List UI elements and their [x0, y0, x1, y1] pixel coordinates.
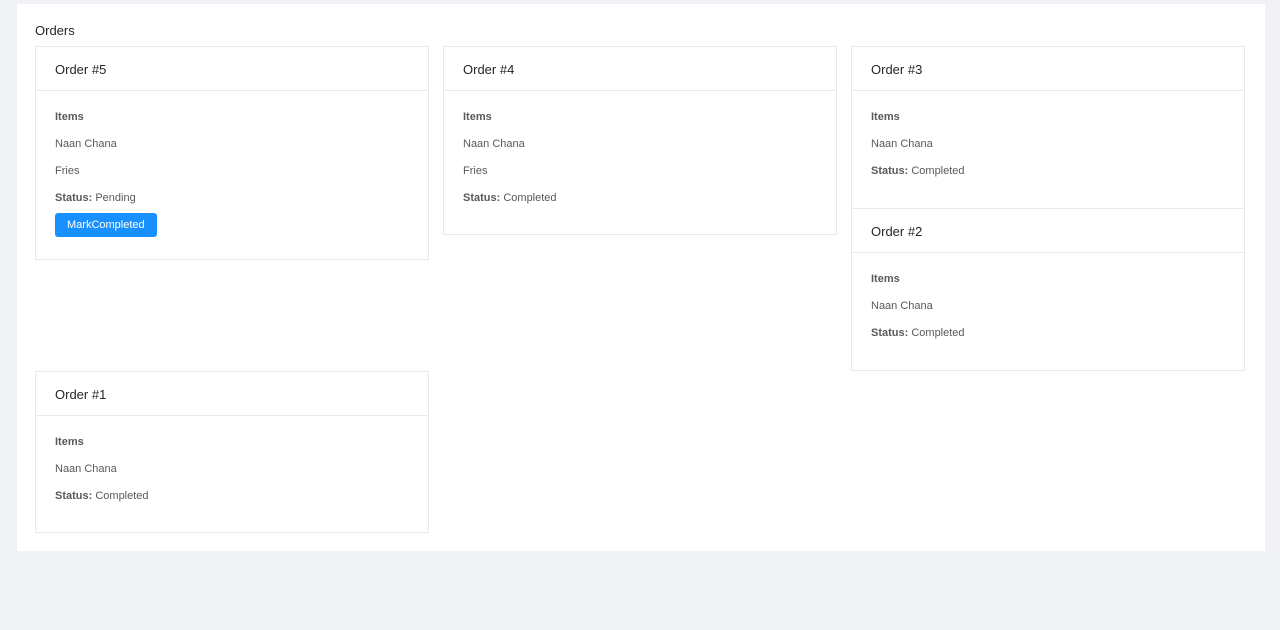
order-status: Status: Completed: [463, 192, 836, 219]
status-value: Completed: [503, 192, 557, 204]
status-value: Completed: [911, 327, 965, 339]
order-body: Items Naan Chana Status: Completed: [36, 416, 428, 517]
order-status: Status: Completed: [871, 165, 1244, 192]
items-label: Items: [871, 111, 900, 123]
order-item: Naan Chana: [463, 138, 525, 150]
order-title: Order #3: [852, 47, 1244, 91]
order-body: Items Naan Chana Status: Completed: [852, 91, 1244, 192]
order-item: Naan Chana: [55, 138, 117, 150]
mark-completed-button[interactable]: MarkCompleted: [55, 213, 157, 237]
status-label: Status:: [55, 490, 93, 502]
order-card-4: Order #4 Items Naan Chana Fries Status: …: [443, 46, 837, 235]
order-body: Items Naan Chana Fries Status: Completed: [444, 91, 836, 219]
items-label: Items: [871, 273, 900, 285]
orders-panel: Orders Order #5 Items Naan Chana Fries S…: [17, 4, 1265, 551]
order-status: Status: Completed: [55, 490, 428, 517]
order-body: Items Naan Chana Fries Status: Pending M…: [36, 91, 428, 237]
order-card-1: Order #1 Items Naan Chana Status: Comple…: [35, 371, 429, 533]
order-card-3: Order #3 Items Naan Chana Status: Comple…: [851, 46, 1245, 209]
order-title: Order #4: [444, 47, 836, 91]
items-label: Items: [463, 111, 492, 123]
status-label: Status:: [871, 165, 909, 177]
page-title: Orders: [35, 23, 75, 38]
status-value: Pending: [95, 192, 136, 204]
items-label: Items: [55, 111, 84, 123]
order-item: Fries: [55, 165, 80, 177]
status-label: Status:: [871, 327, 909, 339]
order-title: Order #5: [36, 47, 428, 91]
order-card-5: Order #5 Items Naan Chana Fries Status: …: [35, 46, 429, 260]
order-item: Naan Chana: [871, 300, 933, 312]
order-title: Order #1: [36, 372, 428, 416]
items-label: Items: [55, 436, 84, 448]
order-item: Naan Chana: [871, 138, 933, 150]
order-item: Fries: [463, 165, 488, 177]
order-item: Naan Chana: [55, 463, 117, 475]
status-value: Completed: [911, 165, 965, 177]
order-title: Order #2: [852, 209, 1244, 253]
status-label: Status:: [55, 192, 93, 204]
order-status: Status: Completed: [871, 327, 1244, 354]
status-value: Completed: [95, 490, 149, 502]
order-body: Items Naan Chana Status: Completed: [852, 253, 1244, 354]
order-card-2: Order #2 Items Naan Chana Status: Comple…: [851, 208, 1245, 371]
status-label: Status:: [463, 192, 501, 204]
